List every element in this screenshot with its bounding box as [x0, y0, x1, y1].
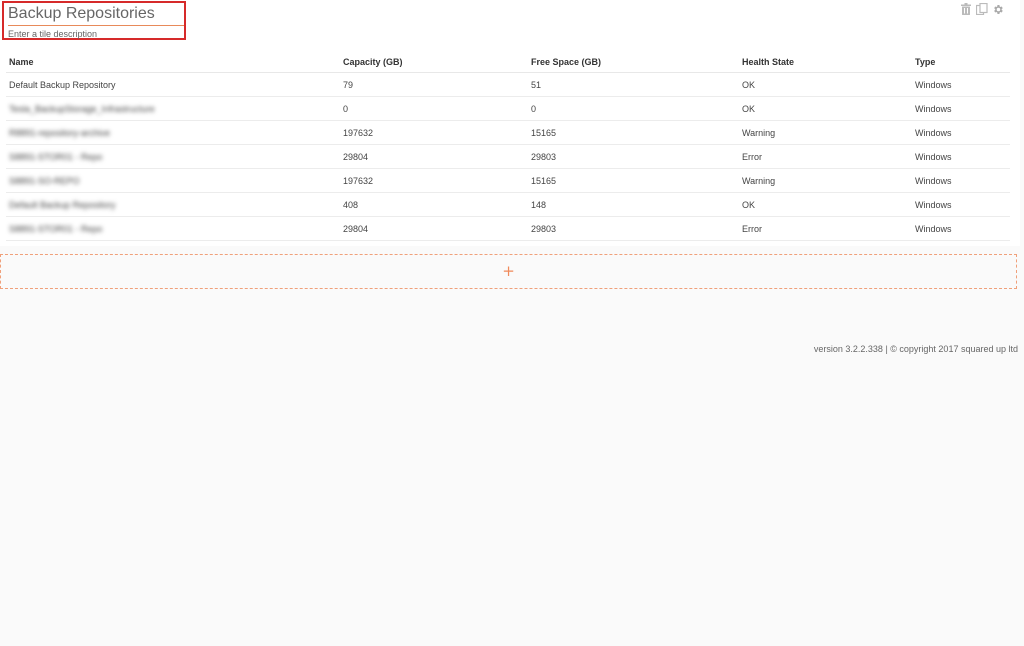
header-type[interactable]: Type — [912, 51, 1010, 73]
table-row[interactable]: Default Backup Repository 79 51 OK Windo… — [6, 72, 1010, 97]
cell-health-state: Error — [739, 216, 912, 241]
table-row[interactable]: Tesla_BackupStorage_Infrastructure 0 0 O… — [6, 96, 1010, 121]
tile-toolbar — [960, 3, 1004, 15]
cell-type: Windows — [912, 192, 1010, 217]
cell-free-space: 15165 — [528, 120, 739, 145]
cell-capacity: 79 — [340, 72, 528, 97]
header-health-state[interactable]: Health State — [739, 51, 912, 73]
cell-type: Windows — [912, 144, 1010, 169]
cell-health-state: Warning — [739, 168, 912, 193]
cell-capacity: 408 — [340, 192, 528, 217]
cell-capacity: 197632 — [340, 168, 528, 193]
cell-health-state: OK — [739, 96, 912, 121]
cell-name: Default Backup Repository — [6, 192, 340, 217]
version-footer: version 3.2.2.338 | © copyright 2017 squ… — [813, 344, 1018, 354]
table-row[interactable]: S8891-SO-REPO 197632 15165 Warning Windo… — [6, 168, 1010, 193]
cell-type: Windows — [912, 120, 1010, 145]
cell-free-space: 29803 — [528, 216, 739, 241]
cell-name: Tesla_BackupStorage_Infrastructure — [6, 96, 340, 121]
table-body: Default Backup Repository 79 51 OK Windo… — [6, 72, 1010, 241]
repositories-table: Name Capacity (GB) Free Space (GB) Healt… — [6, 51, 1010, 241]
cell-name: Default Backup Repository — [6, 72, 340, 97]
cell-type: Windows — [912, 216, 1010, 241]
add-tile-button[interactable]: + — [0, 254, 1017, 289]
table-header-row: Name Capacity (GB) Free Space (GB) Healt… — [6, 51, 1010, 73]
header-free-space[interactable]: Free Space (GB) — [528, 51, 739, 73]
cell-name: S8891-SO-REPO — [6, 168, 340, 193]
cell-health-state: Warning — [739, 120, 912, 145]
tile-title-input[interactable] — [8, 3, 184, 26]
cell-free-space: 148 — [528, 192, 739, 217]
header-name[interactable]: Name — [6, 51, 340, 73]
cell-name: R8891-repository-archive — [6, 120, 340, 145]
cell-free-space: 29803 — [528, 144, 739, 169]
plus-icon: + — [502, 262, 515, 280]
table-row[interactable]: S8891-STOR01 - Repo 29804 29803 Error Wi… — [6, 216, 1010, 241]
cell-type: Windows — [912, 72, 1010, 97]
trash-icon[interactable] — [960, 3, 972, 15]
cell-type: Windows — [912, 168, 1010, 193]
cell-capacity: 29804 — [340, 144, 528, 169]
cell-free-space: 51 — [528, 72, 739, 97]
cell-name: S8891-STOR01 - Repo — [6, 216, 340, 241]
cell-free-space: 0 — [528, 96, 739, 121]
tile-description-input[interactable] — [8, 28, 184, 40]
cell-health-state: OK — [739, 72, 912, 97]
backup-repositories-tile: Name Capacity (GB) Free Space (GB) Healt… — [0, 0, 1020, 246]
table-row[interactable]: Default Backup Repository 408 148 OK Win… — [6, 192, 1010, 217]
copy-icon[interactable] — [976, 3, 988, 15]
cell-capacity: 197632 — [340, 120, 528, 145]
header-capacity[interactable]: Capacity (GB) — [340, 51, 528, 73]
cell-free-space: 15165 — [528, 168, 739, 193]
cell-capacity: 29804 — [340, 216, 528, 241]
table-row[interactable]: R8891-repository-archive 197632 15165 Wa… — [6, 120, 1010, 145]
cell-health-state: Error — [739, 144, 912, 169]
cell-health-state: OK — [739, 192, 912, 217]
table-row[interactable]: S8891-STOR01 - Repo 29804 29803 Error Wi… — [6, 144, 1010, 169]
cell-type: Windows — [912, 96, 1010, 121]
gear-icon[interactable] — [992, 3, 1004, 15]
cell-name: S8891-STOR01 - Repo — [6, 144, 340, 169]
cell-capacity: 0 — [340, 96, 528, 121]
